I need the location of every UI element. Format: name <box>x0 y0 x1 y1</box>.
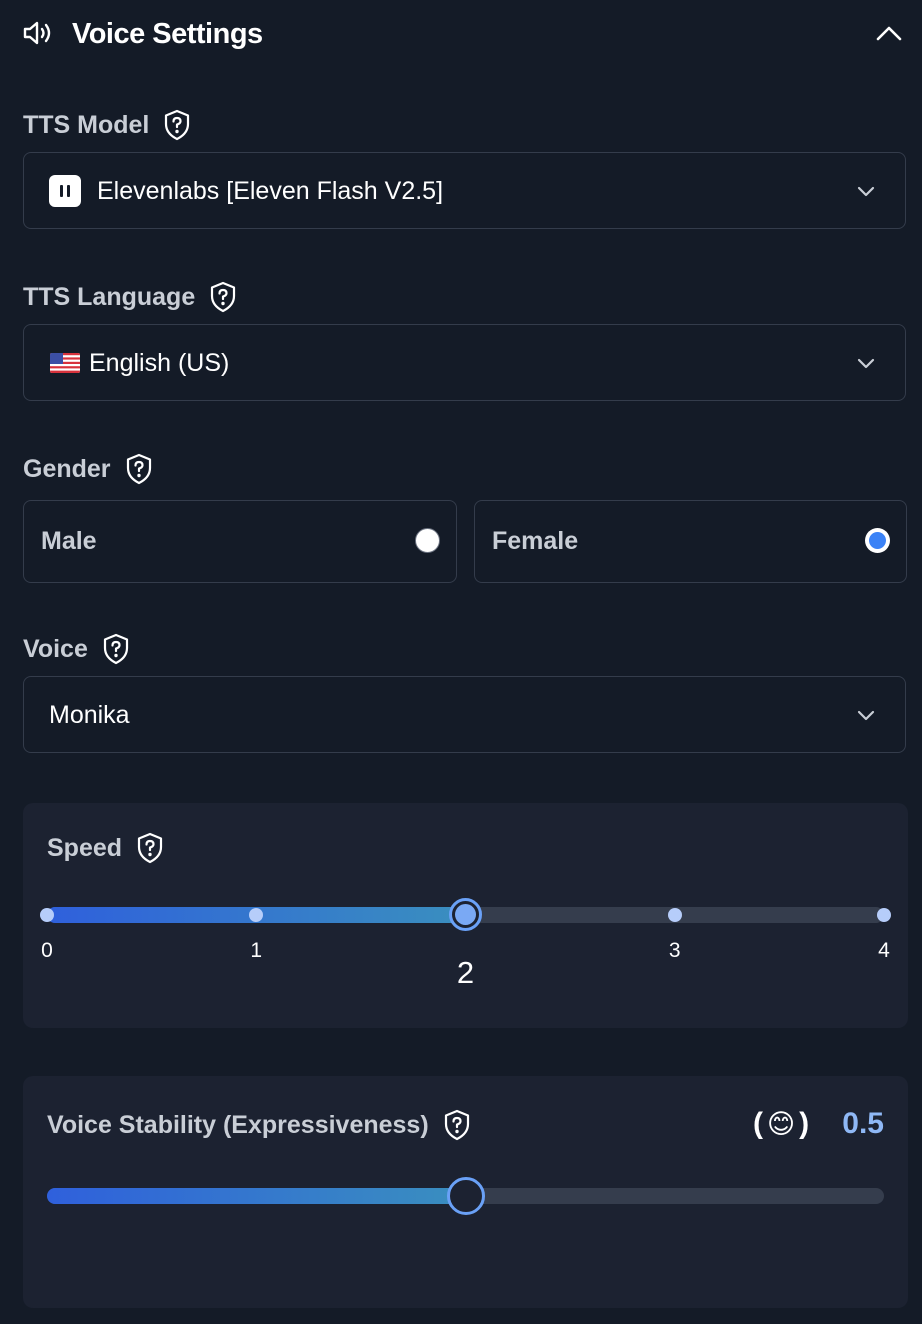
help-shield-icon[interactable] <box>209 281 237 313</box>
voice-label-text: Voice <box>23 635 88 663</box>
section-title: Voice Settings <box>72 18 263 50</box>
stability-panel: Voice Stability (Expressiveness) (😊) 0.5 <box>23 1076 908 1308</box>
help-shield-icon[interactable] <box>125 453 153 485</box>
radio-selected[interactable] <box>865 528 890 553</box>
stability-emoji: (😊) <box>753 1104 809 1144</box>
speed-slider[interactable]: 0 1 2 3 4 <box>40 898 891 990</box>
speed-tick-label: 2 <box>456 955 475 990</box>
speaker-icon <box>23 21 51 45</box>
smiley-emoji: 😊 <box>767 1109 796 1139</box>
stability-label-text: Voice Stability (Expressiveness) <box>47 1111 429 1139</box>
tts-model-label: TTS Model <box>23 108 191 142</box>
speed-slider-thumb[interactable] <box>449 898 482 931</box>
speed-label-text: Speed <box>47 834 123 862</box>
elevenlabs-logo-icon <box>49 175 81 207</box>
us-flag-icon <box>50 353 80 373</box>
gender-option-label: Female <box>492 527 579 555</box>
speed-tick-label: 0 <box>41 939 53 962</box>
stability-label: Voice Stability (Expressiveness) <box>47 1108 471 1142</box>
speed-tick-label: 1 <box>250 939 263 962</box>
tts-language-label: TTS Language <box>23 280 237 314</box>
speed-label: Speed <box>47 831 164 865</box>
help-shield-icon[interactable] <box>102 633 130 665</box>
gender-label-text: Gender <box>23 455 111 483</box>
tts-model-select[interactable]: Elevenlabs [Eleven Flash V2.5] <box>23 152 906 229</box>
chevron-down-icon <box>857 710 875 721</box>
emoji-paren-close: ) <box>799 1107 810 1140</box>
tts-model-value: Elevenlabs [Eleven Flash V2.5] <box>97 177 444 205</box>
radio-unselected[interactable] <box>415 528 440 553</box>
chevron-down-icon <box>857 358 875 369</box>
gender-option-male[interactable]: Male <box>23 500 457 583</box>
gender-label: Gender <box>23 452 153 486</box>
tts-language-label-text: TTS Language <box>23 283 196 311</box>
gender-option-label: Male <box>41 527 97 555</box>
speed-tick-label: 4 <box>878 939 890 962</box>
stability-slider-thumb[interactable] <box>446 1177 485 1215</box>
chevron-down-icon <box>857 186 875 197</box>
speed-tick-label: 3 <box>668 939 681 962</box>
voice-value: Monika <box>49 701 130 729</box>
help-shield-icon[interactable] <box>163 109 191 141</box>
chevron-up-icon[interactable] <box>872 20 906 46</box>
tts-language-value: English (US) <box>89 349 230 377</box>
tts-language-select[interactable]: English (US) <box>23 324 906 401</box>
gender-option-female[interactable]: Female <box>474 500 907 583</box>
tts-model-label-text: TTS Model <box>23 111 150 139</box>
emoji-paren-open: ( <box>753 1107 763 1140</box>
stability-slider[interactable] <box>47 1177 884 1215</box>
stability-value: 0.5 <box>842 1107 884 1140</box>
voice-select[interactable]: Monika <box>23 676 906 753</box>
speed-panel: Speed 0 1 2 3 4 <box>23 803 908 1028</box>
speed-stop-dot[interactable] <box>40 908 54 922</box>
stability-track-fill <box>47 1188 466 1204</box>
help-shield-icon[interactable] <box>443 1109 471 1141</box>
voice-label: Voice <box>23 632 130 666</box>
speed-stop-dot[interactable] <box>877 908 891 922</box>
speed-stop-dot[interactable] <box>667 908 682 922</box>
help-shield-icon[interactable] <box>136 832 164 864</box>
